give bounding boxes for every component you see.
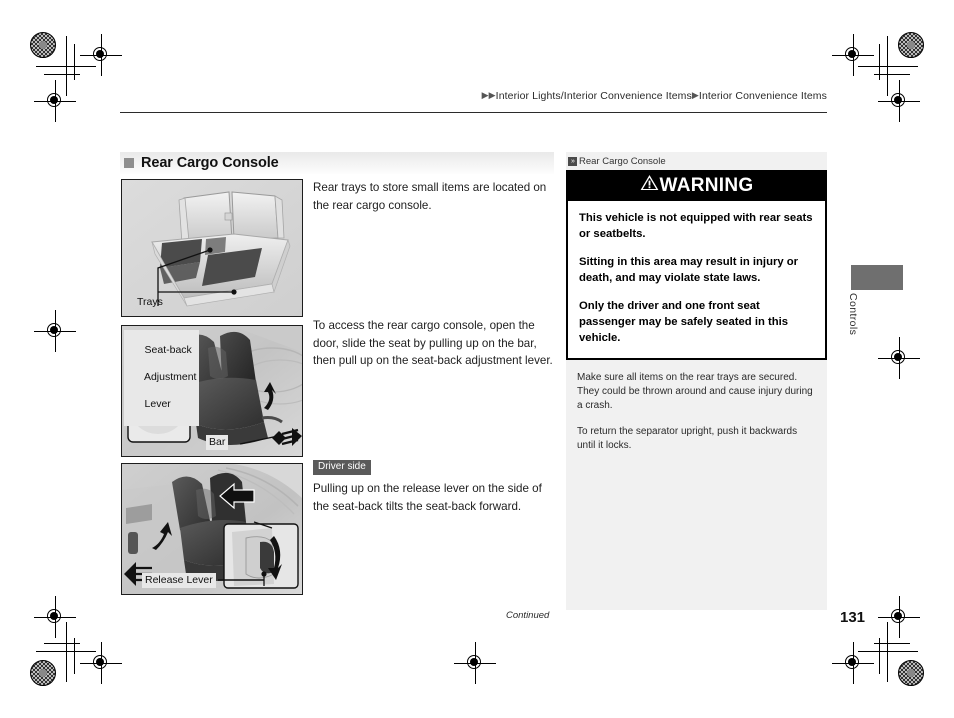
body-paragraph-3: Pulling up on the release lever on the s… [313, 482, 542, 513]
figure-release-lever: Release Lever [121, 463, 303, 595]
sidebar-reference-column: » Rear Cargo Console WARNING This vehicl… [566, 152, 827, 610]
breadcrumb-part-2[interactable]: Interior Convenience Items [699, 90, 827, 102]
figure-2-label-bar: Bar [206, 435, 229, 450]
sidebar-note: Make sure all items on the rear trays ar… [577, 371, 813, 411]
sidebar-note: To return the separator upright, push it… [577, 426, 798, 452]
figure-1-label-trays: Trays [137, 296, 163, 309]
warning-paragraph: Only the driver and one front seat passe… [579, 299, 789, 345]
driver-side-block: Driver side Pulling up on the release le… [313, 457, 556, 515]
sidebar-reference-header: » Rear Cargo Console [566, 152, 827, 170]
figure-2-label-lever-line3: Lever [144, 398, 171, 411]
section-tab-marker [851, 265, 903, 290]
warning-title-bar: WARNING [568, 172, 825, 201]
page-title: Rear Cargo Console [141, 155, 279, 171]
page-number: 131 [840, 609, 866, 626]
figure-2-label-lever: Seat-back Adjustment Lever [124, 330, 200, 427]
manual-page: ▶▶Interior Lights/Interior Convenience I… [0, 0, 954, 718]
header-rule [120, 112, 827, 113]
warning-triangle-svg [640, 175, 658, 190]
section-tab-label: Controls [847, 293, 859, 336]
double-chevron-icon: » [568, 157, 577, 166]
body-paragraph-2: To access the rear cargo console, open t… [313, 319, 553, 368]
warning-box: WARNING This vehicle is not equipped wit… [566, 170, 827, 360]
sidebar-notes: Make sure all items on the rear trays ar… [566, 360, 827, 454]
figure-3-label-release-lever: Release Lever [142, 573, 216, 588]
section-bullet-icon [124, 158, 134, 168]
figure-rear-cargo-console: Trays [121, 179, 303, 317]
section-header: Rear Cargo Console [120, 152, 554, 174]
driver-side-badge: Driver side [313, 460, 371, 475]
figure-seat-back-adjustment: Seat-back Adjustment Lever Bar [121, 325, 303, 457]
warning-body: This vehicle is not equipped with rear s… [568, 201, 825, 358]
continued-label: Continued [506, 610, 550, 621]
breadcrumb-arrow-icon: ▶ [691, 90, 699, 100]
warning-paragraph: This vehicle is not equipped with rear s… [579, 212, 813, 241]
figure-2-label-lever-line1: Seat-back [144, 344, 192, 357]
warning-triangle-icon [640, 174, 659, 197]
warning-paragraph: Sitting in this area may result in injur… [579, 255, 799, 285]
breadcrumb-part-1[interactable]: Interior Lights/Interior Convenience Ite… [496, 90, 692, 102]
breadcrumb: ▶▶Interior Lights/Interior Convenience I… [482, 90, 827, 102]
warning-title-text: WARNING [659, 174, 754, 196]
sidebar-reference-label: Rear Cargo Console [579, 156, 666, 167]
breadcrumb-arrow-icon: ▶ [488, 90, 496, 100]
breadcrumb-arrow-icon: ▶ [481, 90, 489, 100]
body-paragraph-1: Rear trays to store small items are loca… [313, 181, 547, 212]
figure-2-label-lever-line2: Adjustment [143, 371, 197, 384]
